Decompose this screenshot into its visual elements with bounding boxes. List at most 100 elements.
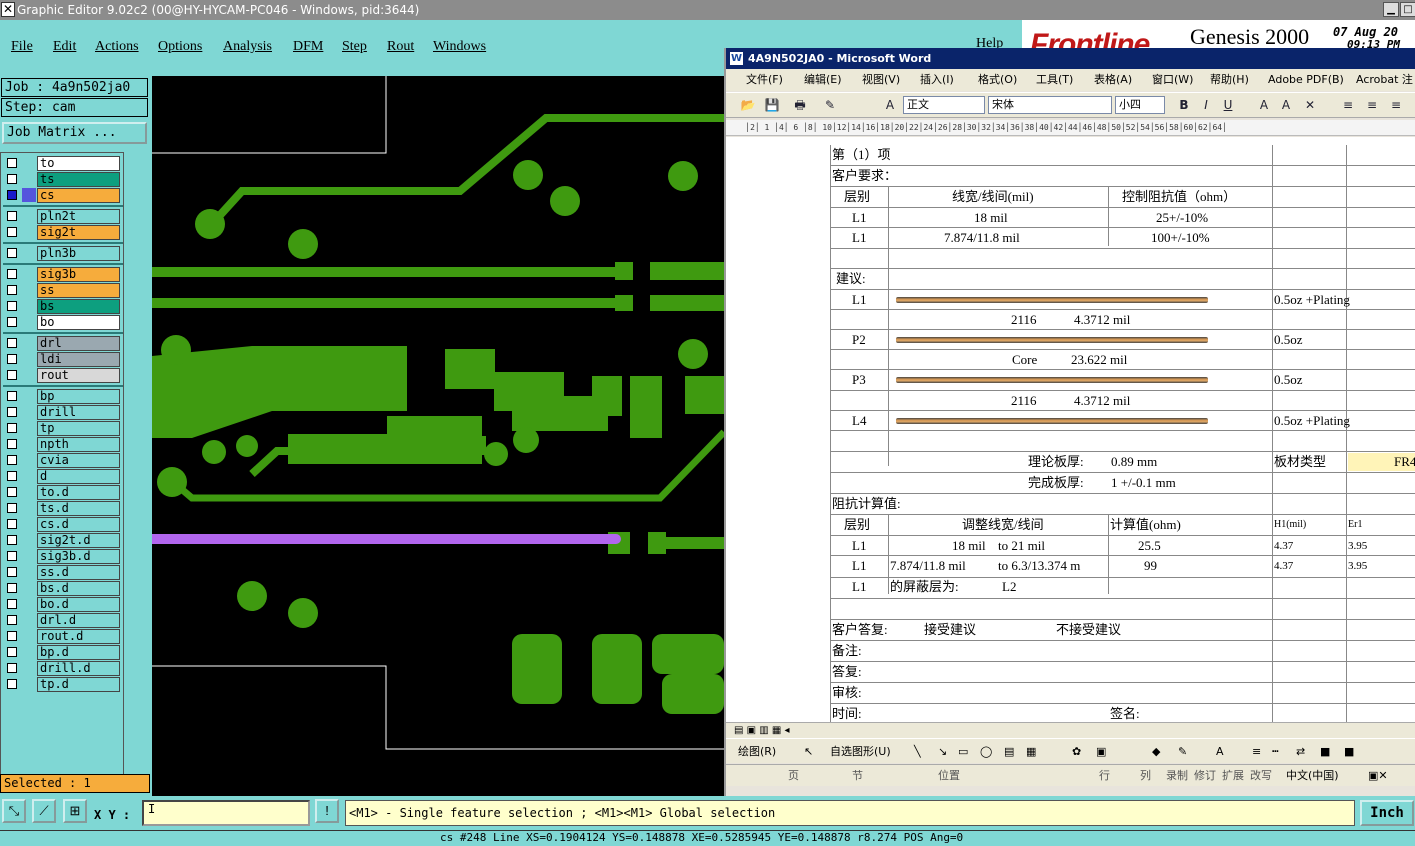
layer-checkbox[interactable] [7, 174, 17, 184]
layer-row[interactable]: sig3b.d [1, 548, 125, 564]
layer-row[interactable]: ss.d [1, 564, 125, 580]
arrow-tool-icon[interactable]: ↘ [938, 739, 947, 764]
word-menu-help[interactable]: 帮助(H) [1210, 69, 1249, 91]
clipart-icon[interactable]: ✿ [1072, 739, 1081, 764]
layer-row[interactable]: drill.d [1, 660, 125, 676]
affected-arrow-icon[interactable] [22, 188, 36, 202]
zoom-window-icon[interactable]: ⤡ [2, 799, 26, 823]
layer-checkbox[interactable] [7, 599, 17, 609]
menu-windows[interactable]: Windows [433, 39, 486, 55]
menu-options[interactable]: Options [158, 39, 202, 55]
layer-name[interactable]: bp.d [37, 645, 120, 660]
word-document-page[interactable]: 第（1）项 客户要求： 层别 线宽/线间(mil) 控制阻抗值（ohm） L1 … [726, 137, 1415, 727]
layer-row[interactable]: tp [1, 420, 125, 436]
word-menu-acrobat[interactable]: Acrobat 注 [1356, 69, 1413, 91]
x-window-icon[interactable]: ✕ [1, 2, 15, 17]
char-scale-icon[interactable]: ✕ [1302, 97, 1318, 113]
picture-icon[interactable]: ▣ [1096, 739, 1106, 764]
font-size-select[interactable]: 小四 [1115, 96, 1165, 114]
status-extend[interactable]: 扩展 [1222, 765, 1244, 787]
layer-name[interactable]: cs.d [37, 517, 120, 532]
layer-checkbox[interactable] [7, 190, 17, 200]
layer-row[interactable]: cs.d [1, 516, 125, 532]
layer-checkbox[interactable] [7, 269, 17, 279]
layer-checkbox[interactable] [7, 439, 17, 449]
layer-name[interactable]: drill.d [37, 661, 120, 676]
layer-name[interactable]: pln2t [37, 209, 120, 224]
select-pointer-icon[interactable]: ↖ [804, 739, 813, 764]
layer-checkbox[interactable] [7, 391, 17, 401]
bold-icon[interactable]: B [1176, 97, 1192, 113]
styles-icon[interactable]: A [882, 97, 898, 113]
layer-row[interactable]: ts [1, 171, 125, 187]
measure-icon[interactable]: ⟋ [32, 799, 56, 823]
units-toggle-button[interactable]: Inch [1360, 800, 1414, 826]
layer-name[interactable]: bo.d [37, 597, 120, 612]
layer-checkbox[interactable] [7, 631, 17, 641]
word-menu-tools[interactable]: 工具(T) [1036, 69, 1073, 91]
print-icon[interactable]: 🖶 [792, 97, 808, 113]
open-folder-icon[interactable]: 📂 [740, 97, 756, 113]
layer-row[interactable]: sig2t [1, 224, 125, 240]
layer-name[interactable]: bs.d [37, 581, 120, 596]
layer-checkbox[interactable] [7, 663, 17, 673]
layer-row[interactable]: bp.d [1, 644, 125, 660]
layer-name[interactable]: to.d [37, 485, 120, 500]
layer-row[interactable]: rout.d [1, 628, 125, 644]
char-border-icon[interactable]: A [1256, 97, 1272, 113]
layer-checkbox[interactable] [7, 338, 17, 348]
autoshape-menu[interactable]: 自选图形(U) [830, 739, 891, 764]
layer-name[interactable]: bp [37, 389, 120, 404]
layer-name[interactable]: cvia [37, 453, 120, 468]
layer-row[interactable]: tp.d [1, 676, 125, 692]
menu-actions[interactable]: Actions [95, 39, 139, 55]
menu-step[interactable]: Step [342, 39, 367, 55]
layer-checkbox[interactable] [7, 679, 17, 689]
arrow-style-icon[interactable]: ⇄ [1296, 739, 1305, 764]
layer-row[interactable]: pln2t [1, 208, 125, 224]
layer-name[interactable]: cs [37, 188, 120, 203]
grid-snap-icon[interactable]: ⊞ [63, 799, 87, 823]
status-overwrite[interactable]: 改写 [1250, 765, 1272, 787]
textbox-tool-icon[interactable]: ▤ [1004, 739, 1014, 764]
layer-row[interactable]: sig3b [1, 266, 125, 282]
minimize-button[interactable]: ▁ [1383, 2, 1399, 17]
cad-canvas[interactable] [152, 76, 724, 796]
word-menu-adobe-pdf[interactable]: Adobe PDF(B) [1268, 69, 1344, 91]
menu-rout[interactable]: Rout [387, 39, 414, 55]
layer-name[interactable]: rout.d [37, 629, 120, 644]
word-menu-format[interactable]: 格式(O) [978, 69, 1017, 91]
layer-checkbox[interactable] [7, 285, 17, 295]
layer-row[interactable]: bs [1, 298, 125, 314]
layer-checkbox[interactable] [7, 317, 17, 327]
layer-name[interactable]: ss [37, 283, 120, 298]
layer-row[interactable]: rout [1, 367, 125, 383]
layer-row[interactable]: cvia [1, 452, 125, 468]
layer-row[interactable]: drl [1, 335, 125, 351]
layer-name[interactable]: sig2t.d [37, 533, 120, 548]
dash-style-icon[interactable]: ┅ [1272, 739, 1279, 764]
font-select[interactable]: 宋体 [988, 96, 1112, 114]
align-center-icon[interactable]: ≡ [1364, 97, 1380, 113]
fill-color-icon[interactable]: ◆ [1152, 739, 1160, 764]
layer-checkbox[interactable] [7, 407, 17, 417]
layer-checkbox[interactable] [7, 567, 17, 577]
xy-coordinate-input[interactable]: I [142, 800, 310, 826]
align-left-icon[interactable]: ≡ [1340, 97, 1356, 113]
word-menu-file[interactable]: 文件(F) [746, 69, 783, 91]
layer-name[interactable]: tp.d [37, 677, 120, 692]
layer-row[interactable]: sig2t.d [1, 532, 125, 548]
layer-checkbox[interactable] [7, 211, 17, 221]
draw-menu[interactable]: 绘图(R) [738, 739, 776, 764]
char-shading-icon[interactable]: A [1278, 97, 1294, 113]
layer-name[interactable]: tp [37, 421, 120, 436]
layer-name[interactable]: to [37, 156, 120, 171]
layer-name[interactable]: ldi [37, 352, 120, 367]
layer-checkbox[interactable] [7, 423, 17, 433]
save-icon[interactable]: 💾 [764, 97, 780, 113]
layer-row[interactable]: bp [1, 388, 125, 404]
layer-checkbox[interactable] [7, 455, 17, 465]
layer-row[interactable]: to.d [1, 484, 125, 500]
menu-analysis[interactable]: Analysis [223, 39, 272, 55]
layer-name[interactable]: sig3b.d [37, 549, 120, 564]
